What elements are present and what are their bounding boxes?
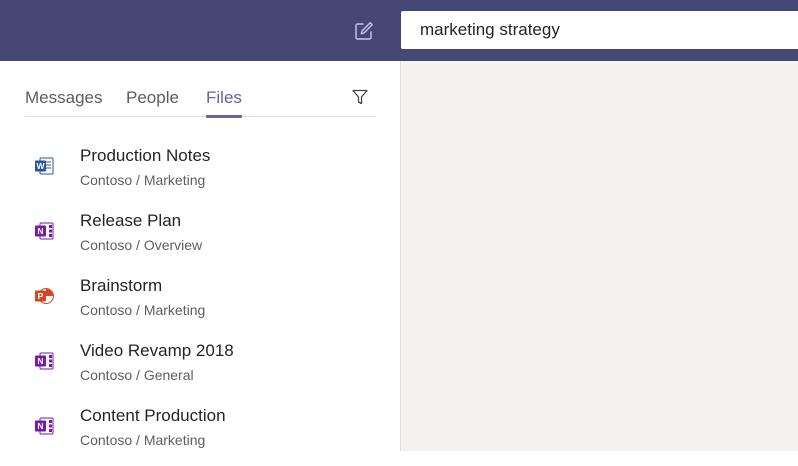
tab-files[interactable]: Files bbox=[206, 88, 242, 118]
file-list: W Production Notes Contoso / Marketing N… bbox=[0, 141, 400, 466]
file-path: Contoso / Marketing bbox=[80, 302, 206, 318]
list-item[interactable]: N Video Revamp 2018 Contoso / General bbox=[0, 336, 400, 401]
onenote-icon: N bbox=[35, 417, 54, 435]
tab-people[interactable]: People bbox=[126, 88, 179, 117]
onenote-icon: N bbox=[35, 222, 54, 240]
filter-icon bbox=[352, 89, 368, 105]
search-box[interactable] bbox=[401, 11, 798, 49]
file-path: Contoso / General bbox=[80, 367, 194, 383]
word-icon: W bbox=[35, 157, 54, 175]
list-item[interactable]: W Production Notes Contoso / Marketing bbox=[0, 141, 400, 206]
file-name: Production Notes bbox=[80, 146, 211, 165]
file-path: Contoso / Marketing bbox=[80, 172, 206, 188]
powerpoint-icon: P bbox=[35, 288, 54, 304]
onenote-icon: N bbox=[35, 352, 54, 370]
top-bar bbox=[0, 0, 798, 61]
file-name: Brainstorm bbox=[80, 276, 163, 295]
file-name: Content Production bbox=[80, 406, 226, 425]
file-name: Video Revamp 2018 bbox=[80, 341, 234, 360]
file-name: Release Plan bbox=[80, 211, 182, 230]
left-panel: Messages People Files W Production Notes… bbox=[0, 61, 400, 451]
file-path: Contoso / Overview bbox=[80, 237, 203, 253]
list-item[interactable]: N Content Production Contoso / Marketing bbox=[0, 401, 400, 466]
list-item[interactable]: N Release Plan Contoso / Overview bbox=[0, 206, 400, 271]
compose-icon bbox=[355, 22, 373, 40]
search-result-tabs: Messages People Files bbox=[25, 85, 376, 118]
svg-text:P: P bbox=[38, 291, 44, 301]
tab-messages[interactable]: Messages bbox=[25, 88, 102, 117]
list-item[interactable]: P Brainstorm Contoso / Marketing bbox=[0, 271, 400, 336]
svg-text:W: W bbox=[36, 161, 45, 171]
content-pane bbox=[400, 61, 798, 451]
file-path: Contoso / Marketing bbox=[80, 432, 206, 448]
search-input[interactable] bbox=[420, 20, 798, 40]
svg-text:N: N bbox=[37, 421, 43, 431]
svg-text:N: N bbox=[37, 226, 43, 236]
filter-button[interactable] bbox=[349, 86, 371, 108]
svg-text:N: N bbox=[37, 356, 43, 366]
compose-button[interactable] bbox=[352, 19, 376, 43]
